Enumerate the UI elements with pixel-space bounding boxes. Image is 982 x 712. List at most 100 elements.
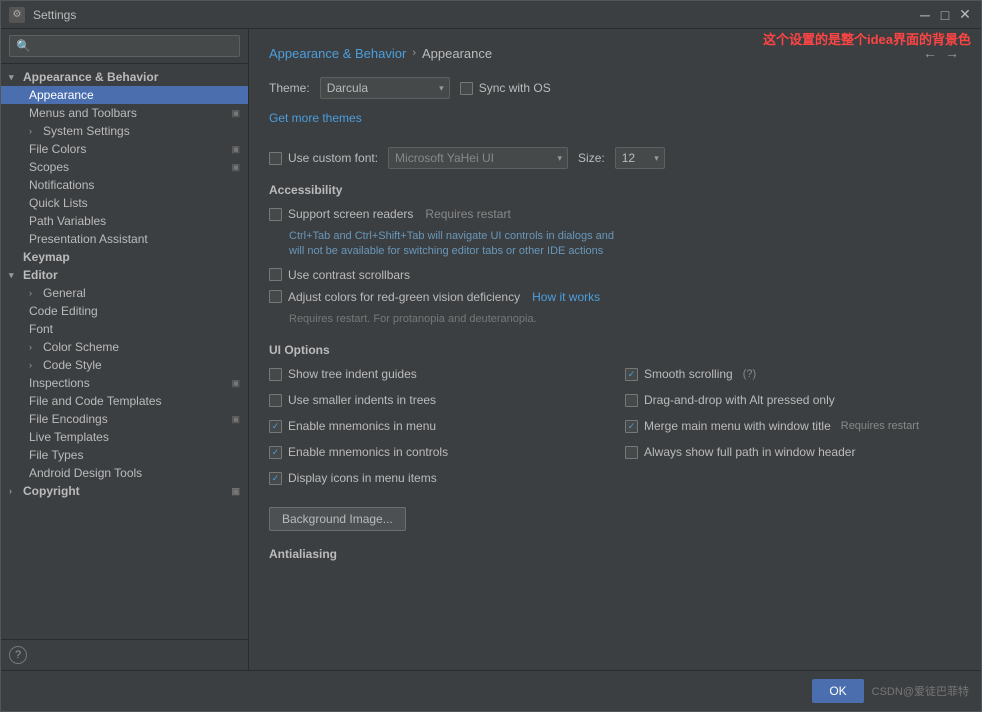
chevron-down-icon-editor: ▾ (9, 270, 19, 281)
smaller-indents-label: Use smaller indents in trees (288, 393, 436, 407)
merge-menu-label: Merge main menu with window title (644, 419, 831, 433)
group-header-copyright[interactable]: › Copyright ▣ (1, 482, 248, 500)
custom-font-checkbox[interactable] (269, 152, 282, 165)
sidebar-item-label-path-variables: Path Variables (29, 214, 106, 228)
smaller-indents-checkbox[interactable] (269, 394, 282, 407)
contrast-scrollbars-checkbox[interactable] (269, 268, 282, 281)
title-bar: ⚙ Settings ─ □ ✕ (1, 1, 981, 29)
chevron-down-icon: ▾ (9, 72, 19, 83)
badge-icon-menus: ▣ (231, 108, 240, 119)
display-icons-checkbox[interactable] (269, 472, 282, 485)
ok-button[interactable]: OK (812, 679, 863, 703)
custom-font-check-row: Use custom font: (269, 151, 378, 165)
close-button[interactable]: ✕ (957, 7, 973, 23)
nav-forward-button[interactable]: → (943, 45, 961, 61)
get-more-themes-link[interactable]: Get more themes (269, 111, 362, 125)
sidebar-item-font[interactable]: Font (1, 320, 248, 338)
sync-os-checkbox[interactable] (460, 82, 473, 95)
sidebar-item-file-code-templates[interactable]: File and Code Templates (1, 392, 248, 410)
help-button[interactable]: ? (9, 646, 27, 664)
always-show-path-checkbox[interactable] (625, 446, 638, 459)
group-header-appearance-behavior[interactable]: ▾ Appearance & Behavior (1, 68, 248, 86)
sidebar-item-file-types[interactable]: File Types (1, 446, 248, 464)
ui-options-left-4: Enable mnemonics in controls (269, 445, 605, 467)
chevron-right-icon-style: › (29, 360, 39, 370)
background-image-button[interactable]: Background Image... (269, 507, 406, 531)
sidebar-item-appearance[interactable]: Appearance (1, 86, 248, 104)
sidebar-item-inspections[interactable]: Inspections ▣ (1, 374, 248, 392)
maximize-button[interactable]: □ (937, 7, 953, 23)
ui-options-left: Show tree indent guides (269, 367, 605, 389)
adjust-colors-row: Adjust colors for red-green vision defic… (269, 290, 961, 304)
how-it-works-link[interactable]: How it works (532, 290, 600, 304)
minimize-button[interactable]: ─ (917, 7, 933, 23)
enable-mnemonics-controls-checkbox[interactable] (269, 446, 282, 459)
contrast-scrollbars-row: Use contrast scrollbars (269, 268, 961, 282)
ui-options-section: UI Options Show tree indent guides Smo (269, 343, 961, 531)
accessibility-section: Accessibility Support screen readers Req… (269, 183, 961, 327)
merge-requires-restart: Requires restart (841, 420, 919, 432)
sidebar-item-system-settings[interactable]: › System Settings (1, 122, 248, 140)
merge-menu-checkbox[interactable] (625, 420, 638, 433)
search-input[interactable] (9, 35, 240, 57)
smooth-scrolling-checkbox[interactable] (625, 368, 638, 381)
sidebar-item-general[interactable]: › General (1, 284, 248, 302)
font-select[interactable]: Microsoft YaHei UI (388, 147, 568, 169)
background-btn-wrapper: Background Image... 设置背景图片 (269, 501, 961, 531)
sidebar-item-android-design-tools[interactable]: Android Design Tools (1, 464, 248, 482)
group-label-copyright: Copyright (23, 484, 80, 498)
sidebar-item-notifications[interactable]: Notifications (1, 176, 248, 194)
sidebar-item-presentation-assistant[interactable]: Presentation Assistant (1, 230, 248, 248)
sidebar-item-color-scheme[interactable]: › Color Scheme (1, 338, 248, 356)
sidebar-item-code-editing[interactable]: Code Editing (1, 302, 248, 320)
sidebar-item-scopes[interactable]: Scopes ▣ (1, 158, 248, 176)
title-bar-left: ⚙ Settings (9, 7, 76, 23)
size-select[interactable]: 12 (615, 147, 665, 169)
appearance-behavior-children: Appearance Menus and Toolbars ▣ › System… (1, 86, 248, 248)
badge-icon-file-encodings: ▣ (231, 414, 240, 425)
sync-os-label: Sync with OS (479, 81, 551, 95)
sidebar-tree: ▾ Appearance & Behavior Appearance Menus… (1, 64, 248, 639)
window-controls: ─ □ ✕ (917, 7, 973, 23)
sync-os-row: Sync with OS (460, 81, 551, 95)
sidebar-item-label-code-style: Code Style (43, 358, 102, 372)
sidebar-item-file-encodings[interactable]: File Encodings ▣ (1, 410, 248, 428)
ui-options-right: Smooth scrolling (?) (625, 367, 961, 389)
breadcrumb-item-1[interactable]: Appearance & Behavior (269, 46, 406, 61)
content-panel: 这个设置的是整个idea界面的背景色 Appearance & Behavior… (249, 29, 981, 670)
sidebar-item-file-colors[interactable]: File Colors ▣ (1, 140, 248, 158)
antialiasing-section: Antialiasing (269, 547, 961, 561)
sidebar-item-path-variables[interactable]: Path Variables (1, 212, 248, 230)
drag-drop-label: Drag-and-drop with Alt pressed only (644, 393, 835, 407)
sidebar-item-label-menus: Menus and Toolbars (29, 106, 137, 120)
sidebar-item-menus-toolbars[interactable]: Menus and Toolbars ▣ (1, 104, 248, 122)
show-tree-guides-checkbox[interactable] (269, 368, 282, 381)
badge-icon-copyright: ▣ (231, 486, 240, 497)
sidebar-item-live-templates[interactable]: Live Templates (1, 428, 248, 446)
nav-back-button[interactable]: ← (921, 45, 939, 61)
enable-mnemonics-menu-row: Enable mnemonics in menu (269, 419, 605, 433)
drag-drop-checkbox[interactable] (625, 394, 638, 407)
ui-options-right-4: Always show full path in window header (625, 445, 961, 467)
adjust-colors-checkbox[interactable] (269, 290, 282, 303)
enable-mnemonics-menu-checkbox[interactable] (269, 420, 282, 433)
size-select-wrapper: 12 ▾ (615, 147, 665, 169)
enable-mnemonics-controls-label: Enable mnemonics in controls (288, 445, 448, 459)
ui-options-left-2: Use smaller indents in trees (269, 393, 605, 415)
sidebar-bottom: ? (1, 639, 248, 670)
editor-children: › General Code Editing Font › Color Sche… (1, 284, 248, 482)
theme-select[interactable]: Darcula (320, 77, 450, 99)
breadcrumb: Appearance & Behavior › Appearance ← → (269, 45, 961, 61)
sidebar-item-quick-lists[interactable]: Quick Lists (1, 194, 248, 212)
group-header-keymap[interactable]: Keymap (1, 248, 248, 266)
chevron-right-icon: › (29, 126, 39, 136)
support-readers-checkbox[interactable] (269, 208, 282, 221)
requires-restart-label-1: Requires restart (425, 207, 510, 221)
sidebar-item-code-style[interactable]: › Code Style (1, 356, 248, 374)
sidebar: ▾ Appearance & Behavior Appearance Menus… (1, 29, 249, 670)
badge-icon-inspections: ▣ (231, 378, 240, 389)
group-appearance-behavior: ▾ Appearance & Behavior Appearance Menus… (1, 68, 248, 248)
accessibility-title: Accessibility (269, 183, 961, 197)
smooth-scrolling-label: Smooth scrolling (644, 367, 733, 381)
group-header-editor[interactable]: ▾ Editor (1, 266, 248, 284)
